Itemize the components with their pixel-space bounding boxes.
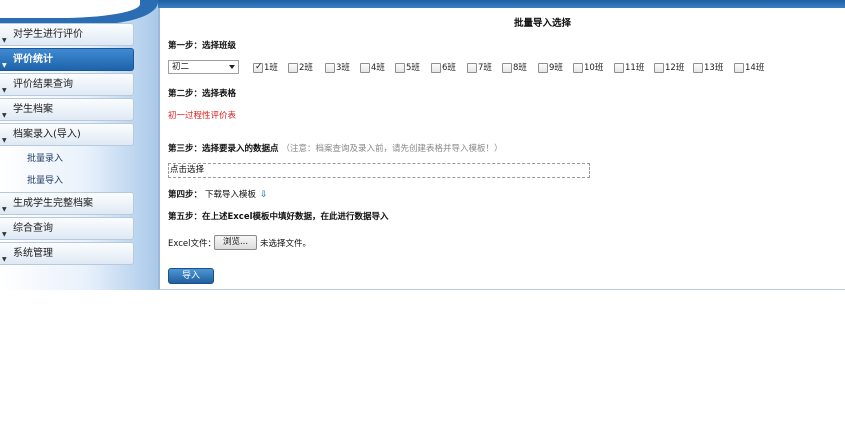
sidebar-item-evaluate-students[interactable]: ▼ 对学生进行评价 <box>0 23 134 46</box>
class-checkbox-4[interactable]: 4班 <box>360 62 385 74</box>
sidebar-item-label: 生成学生完整档案 <box>13 198 93 209</box>
download-arrow-icon[interactable]: ⇩ <box>260 190 268 200</box>
class-checkbox-13[interactable]: 13班 <box>693 62 723 74</box>
chevron-down-icon: ▼ <box>2 256 7 263</box>
checkbox-checked-icon[interactable] <box>253 61 263 73</box>
sidebar: ▼ 对学生进行评价 ▼ 评价统计 ▼ 评价结果查询 ▼ 学生档案 ▼ 档案录入(… <box>0 0 158 290</box>
class-checkbox-1[interactable]: 1班 <box>253 61 278 74</box>
browse-button[interactable]: 浏览... <box>214 235 257 250</box>
grade-select[interactable]: 初二 <box>168 60 239 74</box>
class-label: 11班 <box>625 63 645 73</box>
excel-file-label: Excel文件： <box>168 239 217 249</box>
sidebar-item-label: 综合查询 <box>13 223 53 234</box>
step4-text: 第四步： <box>168 190 203 200</box>
class-label: 12班 <box>665 63 685 73</box>
main-panel: 批量导入选择 第一步：选择班级 初二 1班 2班 3班 4班 5班 6班 7班 … <box>158 8 845 290</box>
file-status: 未选择文件。 <box>260 239 312 249</box>
checkbox-icon[interactable] <box>431 63 441 73</box>
sidebar-item-system-admin[interactable]: ▼ 系统管理 <box>0 242 134 265</box>
sidebar-item-label: 学生档案 <box>13 104 53 115</box>
checkbox-icon[interactable] <box>395 63 405 73</box>
class-checkbox-9[interactable]: 9班 <box>538 62 563 74</box>
step3-note: （注意：档案查询及录入前，请先创建表格并导入模板！） <box>281 144 503 154</box>
sidebar-item-general-query[interactable]: ▼ 综合查询 <box>0 217 134 240</box>
checkbox-icon[interactable] <box>614 63 624 73</box>
class-checkbox-12[interactable]: 12班 <box>654 62 684 74</box>
sidebar-item-result-query[interactable]: ▼ 评价结果查询 <box>0 73 134 96</box>
sidebar-item-record-entry[interactable]: ▼ 档案录入(导入) <box>0 123 134 146</box>
class-label: 9班 <box>549 63 563 73</box>
class-checkbox-6[interactable]: 6班 <box>431 62 456 74</box>
sidebar-item-generate-full-record[interactable]: ▼ 生成学生完整档案 <box>0 192 134 215</box>
class-label: 2班 <box>299 63 313 73</box>
checkbox-icon[interactable] <box>360 63 370 73</box>
grade-select-value: 初二 <box>172 62 190 72</box>
class-label: 14班 <box>745 63 765 73</box>
class-checkbox-7[interactable]: 7班 <box>467 62 492 74</box>
checkbox-icon[interactable] <box>538 63 548 73</box>
class-checkbox-3[interactable]: 3班 <box>325 62 350 74</box>
class-label: 3班 <box>336 63 350 73</box>
sidebar-item-label: 系统管理 <box>13 248 53 259</box>
page-title: 批量导入选择 <box>513 18 571 29</box>
class-checkbox-2[interactable]: 2班 <box>288 62 313 74</box>
checkbox-icon[interactable] <box>467 63 477 73</box>
sidebar-item-student-records[interactable]: ▼ 学生档案 <box>0 98 134 121</box>
class-label: 10班 <box>584 63 604 73</box>
step3-label: 第三步：选择要录入的数据点 （注意：档案查询及录入前，请先创建表格并导入模板！） <box>168 142 503 154</box>
sidebar-subitem-batch-import[interactable]: 批量导入 <box>0 170 134 192</box>
checkbox-icon[interactable] <box>573 63 583 73</box>
sidebar-item-label: 档案录入(导入) <box>13 129 81 140</box>
sidebar-subitem-batch-entry[interactable]: 批量录入 <box>0 148 134 170</box>
class-label: 13班 <box>704 63 724 73</box>
class-label: 1班 <box>264 63 278 73</box>
sidebar-menu: ▼ 对学生进行评价 ▼ 评价统计 ▼ 评价结果查询 ▼ 学生档案 ▼ 档案录入(… <box>0 23 134 267</box>
class-checkbox-10[interactable]: 10班 <box>573 62 603 74</box>
sidebar-item-evaluation-stats[interactable]: ▼ 评价统计 <box>0 48 134 71</box>
sidebar-item-label: 评价结果查询 <box>13 79 73 90</box>
sidebar-item-label: 对学生进行评价 <box>13 29 83 40</box>
chevron-down-icon: ▼ <box>2 137 7 144</box>
class-label: 6班 <box>442 63 456 73</box>
dropdown-arrow-icon <box>229 65 235 69</box>
table-link[interactable]: 初一过程性评价表 <box>168 109 236 121</box>
checkbox-icon[interactable] <box>734 63 744 73</box>
class-checkbox-11[interactable]: 11班 <box>614 62 644 74</box>
download-template-link[interactable]: 下载导入模板 <box>205 190 256 200</box>
step2-label: 第二步：选择表格 <box>168 89 237 99</box>
checkbox-icon[interactable] <box>288 63 298 73</box>
import-button[interactable]: 导入 <box>168 268 214 284</box>
class-label: 7班 <box>478 63 492 73</box>
data-point-picker[interactable]: 点击选择 <box>168 163 590 178</box>
class-checkbox-5[interactable]: 5班 <box>395 62 420 74</box>
class-label: 4班 <box>371 63 385 73</box>
step3-text: 第三步：选择要录入的数据点 <box>168 144 279 154</box>
checkbox-icon[interactable] <box>325 63 335 73</box>
checkbox-icon[interactable] <box>654 63 664 73</box>
class-checkbox-8[interactable]: 8班 <box>502 62 527 74</box>
class-label: 5班 <box>406 63 420 73</box>
sidebar-item-label: 评价统计 <box>13 54 53 65</box>
checkbox-icon[interactable] <box>693 63 703 73</box>
class-label: 8班 <box>513 63 527 73</box>
checkbox-icon[interactable] <box>502 63 512 73</box>
step5-label: 第五步：在上述Excel模板中填好数据，在此进行数据导入 <box>168 212 389 222</box>
class-checkbox-14[interactable]: 14班 <box>734 62 764 74</box>
step4-label: 第四步： 下载导入模板 ⇩ <box>168 188 268 200</box>
step1-label: 第一步：选择班级 <box>168 41 237 51</box>
